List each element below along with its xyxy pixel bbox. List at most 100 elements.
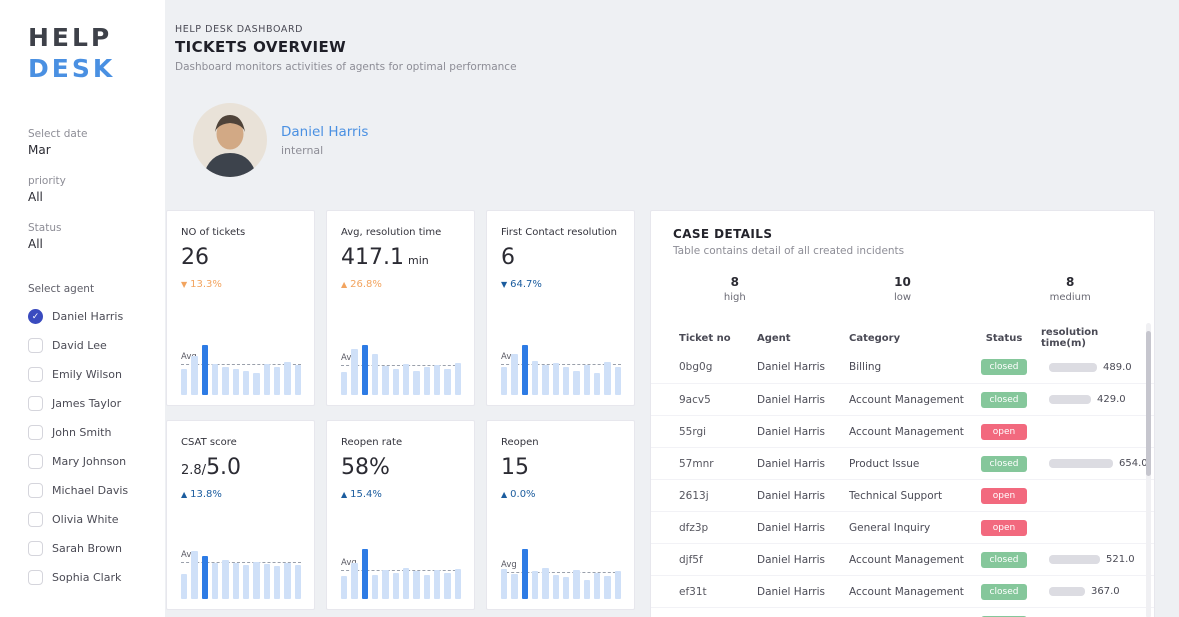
kpi-title: Avg, resolution time <box>341 227 442 238</box>
chart-bar <box>263 364 270 395</box>
table-row[interactable]: 2613j Daniel Harris Technical Support op… <box>651 479 1154 511</box>
agent-checkbox[interactable] <box>28 396 43 411</box>
chart-bar <box>191 356 198 395</box>
agent-checkbox[interactable]: ✓ <box>28 309 43 324</box>
agent-list-item[interactable]: ✓ Daniel Harris <box>28 309 155 324</box>
sidebar-filter: Status All <box>28 222 155 251</box>
agent-checkbox[interactable] <box>28 483 43 498</box>
chart-bar <box>573 570 580 599</box>
cell-ticket-no: 55rgi <box>679 425 707 438</box>
filter-value-dropdown[interactable]: All <box>28 190 155 204</box>
agent-name: David Lee <box>52 339 107 352</box>
agent-name: Michael Davis <box>52 484 129 497</box>
filter-value-dropdown[interactable]: Mar <box>28 143 155 157</box>
table-scrollbar-track[interactable] <box>1146 323 1151 617</box>
filter-label: Status <box>28 222 62 234</box>
agent-checkbox[interactable] <box>28 512 43 527</box>
logo-help: HELP <box>28 23 113 52</box>
agent-list-item[interactable]: Mary Johnson <box>28 454 155 469</box>
page-header: HELP DESK DASHBOARD TICKETS OVERVIEW Das… <box>175 24 517 73</box>
chart-bar <box>242 371 250 395</box>
cell-status: closed <box>967 455 1041 472</box>
cell-ticket-no: 0bg0g <box>679 361 713 373</box>
avatar <box>193 103 267 177</box>
cell-status: open <box>967 519 1041 536</box>
resolution-time-bar <box>1049 555 1100 564</box>
kpi-mini-bar-chart: Avg <box>341 541 461 599</box>
agent-list-item[interactable]: Olivia White <box>28 512 155 527</box>
case-details-subtitle: Table contains detail of all created inc… <box>673 245 905 257</box>
table-row[interactable]: 57mnr Daniel Harris Product Issue closed… <box>651 447 1154 479</box>
filter-value-dropdown[interactable]: All <box>28 237 155 251</box>
agent-name: Sophia Clark <box>52 571 122 584</box>
chart-bar <box>542 365 549 395</box>
chart-bar <box>284 362 291 395</box>
cell-ticket-no: 2613j <box>679 489 709 502</box>
chart-bar <box>552 363 559 395</box>
kpi-value-row: 58% <box>341 455 461 480</box>
chart-bar <box>511 574 518 599</box>
chart-bar <box>531 361 539 395</box>
chart-bar <box>614 571 621 599</box>
agent-checkbox[interactable] <box>28 338 43 353</box>
delta-up-icon: ▲ <box>341 280 348 289</box>
kpi-delta: ▲ 15.4% <box>341 489 461 500</box>
kpi-grid: NO of tickets 26 ▼ 13.3% Avg Avg, resolu… <box>166 210 635 610</box>
agent-list-item[interactable]: Sophia Clark <box>28 570 155 585</box>
chart-bar <box>562 367 570 395</box>
priority-count: 8 <box>730 275 739 289</box>
cell-resolution-time: 521.0 <box>1041 554 1142 565</box>
chart-bar <box>604 362 611 395</box>
chart-bar <box>573 371 580 395</box>
cell-status: closed <box>967 391 1041 408</box>
chart-bar <box>501 569 508 599</box>
table-row[interactable]: ef31t Daniel Harris Account Management c… <box>651 575 1154 607</box>
chart-bar <box>232 563 239 599</box>
chart-bar <box>501 367 508 395</box>
chart-bar <box>413 571 420 599</box>
cell-status: open <box>967 487 1041 504</box>
agent-profile: Daniel Harris internal <box>193 103 368 177</box>
filter-label: priority <box>28 175 66 187</box>
chart-bar <box>181 369 188 395</box>
kpi-title: Reopen rate <box>341 437 403 448</box>
table-row[interactable]: 9acv5 Daniel Harris Account Management c… <box>651 383 1154 415</box>
agent-checkbox[interactable] <box>28 541 43 556</box>
kpi-title: NO of tickets <box>181 227 246 238</box>
priority-label: low <box>893 292 912 303</box>
table-row[interactable]: dfz3p Daniel Harris General Inquiry open <box>651 511 1154 543</box>
help-desk-dashboard: HELP DESK Select date Mar priority All S… <box>0 0 1179 617</box>
agent-list-item[interactable]: Sarah Brown <box>28 541 155 556</box>
chart-bar <box>351 349 358 395</box>
agent-checkbox[interactable] <box>28 570 43 585</box>
agent-checkbox[interactable] <box>28 367 43 382</box>
table-row[interactable]: 55rgi Daniel Harris Account Management o… <box>651 415 1154 447</box>
chart-bar <box>232 369 239 395</box>
chart-bars <box>341 541 461 599</box>
kpi-title: CSAT score <box>181 437 237 448</box>
table-row[interactable]: 0bg0g Daniel Harris Billing closed 489.0 <box>651 351 1154 383</box>
agent-checkbox[interactable] <box>28 425 43 440</box>
resolution-time-value: 367.0 <box>1091 586 1120 597</box>
agent-list-item[interactable]: Emily Wilson <box>28 367 155 382</box>
cell-agent: Daniel Harris <box>757 585 825 598</box>
kpi-delta: ▲ 13.8% <box>181 489 301 500</box>
agent-list-item[interactable]: Michael Davis <box>28 483 155 498</box>
delta-down-icon: ▼ <box>181 280 188 289</box>
table-row[interactable]: djf5f Daniel Harris Account Management c… <box>651 543 1154 575</box>
agent-list-item[interactable]: John Smith <box>28 425 155 440</box>
table-row[interactable]: Daniel Harris Billing closed 421.0 <box>651 607 1154 617</box>
chart-bar <box>402 568 410 599</box>
agent-list-item[interactable]: James Taylor <box>28 396 155 411</box>
cell-ticket-no: ef31t <box>679 585 707 598</box>
resolution-time-bar <box>1049 362 1097 372</box>
cell-resolution-time: 429.0 <box>1041 394 1142 405</box>
profile-type: internal <box>281 143 324 157</box>
cell-agent: Daniel Harris <box>757 521 825 534</box>
chart-bar <box>593 573 601 599</box>
kpi-value-prefix: 2.8/ <box>181 463 207 478</box>
page-title: TICKETS OVERVIEW <box>175 38 347 56</box>
agent-checkbox[interactable] <box>28 454 43 469</box>
agent-list-item[interactable]: David Lee <box>28 338 155 353</box>
table-scrollbar-thumb[interactable] <box>1146 331 1151 476</box>
